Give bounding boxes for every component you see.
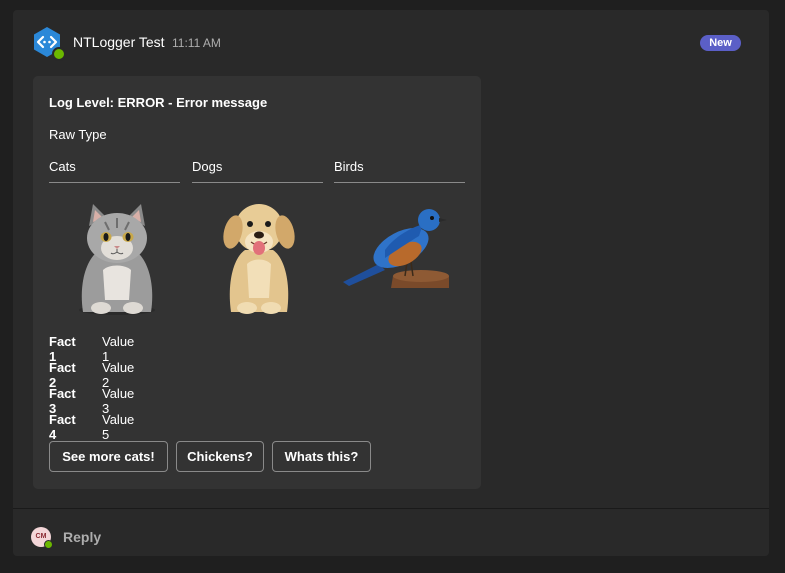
message-timestamp: 11:11 AM <box>172 36 221 50</box>
reply-divider <box>13 508 769 509</box>
cat-image <box>79 204 155 315</box>
fact-value: Value 5 <box>102 412 135 442</box>
column-header-dogs: Dogs <box>192 159 323 183</box>
adaptive-card: Log Level: ERROR - Error message Raw Typ… <box>33 76 481 489</box>
whats-this-button[interactable]: Whats this? <box>272 441 371 472</box>
presence-available-icon <box>44 540 53 549</box>
message-header: NTLogger Test 11:11 AM New <box>13 10 769 76</box>
new-badge: New <box>700 35 741 51</box>
presence-available-icon <box>52 47 66 61</box>
dog-image <box>223 204 295 314</box>
raw-type-label: Raw Type <box>49 127 107 142</box>
conversation-thread: NTLogger Test 11:11 AM New Log Level: ER… <box>13 10 769 556</box>
column-header-birds: Birds <box>334 159 465 183</box>
sender-name[interactable]: NTLogger Test <box>73 34 165 50</box>
fact-key: Fact 4 <box>49 412 76 442</box>
chickens-button[interactable]: Chickens? <box>176 441 264 472</box>
card-title: Log Level: ERROR - Error message <box>49 95 268 110</box>
reply-button[interactable]: Reply <box>63 529 101 545</box>
column-header-cats: Cats <box>49 159 180 183</box>
see-more-cats-button[interactable]: See more cats! <box>49 441 168 472</box>
bird-image <box>343 209 449 288</box>
